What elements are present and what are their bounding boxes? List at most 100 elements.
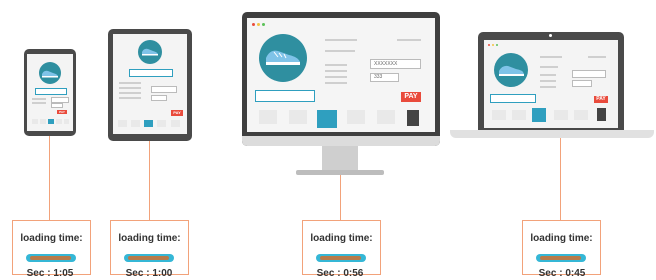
shoe-icon [42,70,58,78]
text-field[interactable] [572,70,606,78]
gallery-thumb-active [317,110,337,128]
phone-connector [49,136,50,220]
loading-bar-fill [128,256,169,260]
gallery-thumb [40,119,46,124]
phone-time: Sec : 1:05 [26,268,74,279]
gallery-thumb-laptop [259,110,277,124]
text-line [325,50,355,52]
quantity-field[interactable] [51,103,63,108]
pay-button[interactable]: PAY [401,92,421,102]
laptop-loading-card: loading time: [522,220,601,275]
laptop-base [450,130,654,138]
text-line [540,56,562,58]
tablet-time: Sec : 1:00 [125,268,173,279]
gallery-thumb-camera [347,110,365,124]
text-line [119,87,141,89]
gallery-thumb [554,110,568,120]
loading-bar [124,254,174,262]
shoe-icon [499,65,524,76]
text-line [540,86,556,88]
text-line [32,98,46,100]
gallery-thumb [574,110,588,120]
gallery-thumb-hands [377,110,395,124]
browser-dot-red [488,44,490,46]
pay-button[interactable]: PAY [594,96,608,103]
monitor-chin [242,136,440,146]
laptop-time: Sec : 0:45 [538,268,586,279]
quantity-field[interactable]: 333 [370,73,399,82]
gallery-thumb [131,120,140,127]
text-line [540,74,556,76]
laptop-screen: PAY [484,40,618,128]
monitor-stand [322,146,358,172]
quantity-field[interactable] [572,80,592,87]
gallery-thumb-glasses [289,110,307,124]
gallery-thumb [492,110,506,120]
loading-bar-fill [320,256,361,260]
product-thumbnails [255,90,315,102]
desktop-loading-card: loading time: [302,220,381,275]
tablet-connector [149,141,150,220]
text-line [119,97,141,99]
text-line [325,39,357,41]
gallery-thumb-active [532,108,546,122]
loading-label: loading time: [118,233,181,244]
quantity-field[interactable] [151,95,167,101]
laptop-lid: PAY [478,32,624,130]
gallery-thumb [512,110,526,120]
text-line [397,39,421,41]
gallery-thumb [32,119,38,124]
phone-loading-card: loading time: [12,220,91,275]
loading-bar-fill [540,256,581,260]
laptop-connector [560,138,561,220]
text-line [588,56,606,58]
tablet-device: PAY [108,29,192,141]
desktop-screen: XXXXXXX 333 PAY [247,18,435,132]
browser-dot-green [496,44,498,46]
shoe-icon [266,50,300,65]
loading-label: loading time: [20,233,83,244]
text-line [32,102,46,104]
gallery-thumb [171,120,180,127]
tablet-loading-card: loading time: [110,220,189,275]
gallery-thumb-phone [407,110,419,126]
gallery-thumb [157,120,166,127]
pay-button[interactable]: PAY [171,110,183,116]
text-line [325,70,347,72]
desktop-monitor: XXXXXXX 333 PAY [242,12,440,146]
text-line [540,66,558,68]
phone-screen: PAY [27,54,73,131]
product-thumbnails [35,88,67,95]
desktop-connector [340,175,341,220]
browser-dot-yellow [492,44,494,46]
shoe-icon [142,48,158,56]
gallery-thumb [597,108,606,121]
desktop-time: Sec : 0:56 [316,268,364,279]
text-line [119,82,141,84]
text-field[interactable] [151,86,177,93]
gallery-thumb-active [144,120,153,127]
text-line [540,80,556,82]
loading-bar [26,254,76,262]
browser-dot-green [262,23,265,26]
text-line [325,64,347,66]
card-number-field[interactable]: XXXXXXX [370,59,421,69]
gallery-thumb [56,119,62,124]
tablet-screen: PAY [113,34,187,134]
loading-bar-fill [30,256,71,260]
browser-dot-red [252,23,255,26]
loading-label: loading time: [310,233,373,244]
gallery-thumb [118,120,127,127]
text-line [119,92,141,94]
pay-button[interactable]: PAY [57,110,67,114]
product-thumbnails [490,94,536,103]
phone-device: PAY [24,49,76,136]
text-line [325,76,347,78]
text-line [325,82,347,84]
product-thumbnails [129,69,173,77]
webcam-dot [549,34,552,37]
gallery-thumb [64,119,69,124]
loading-label: loading time: [530,233,593,244]
browser-dot-yellow [257,23,260,26]
loading-bar [316,254,366,262]
